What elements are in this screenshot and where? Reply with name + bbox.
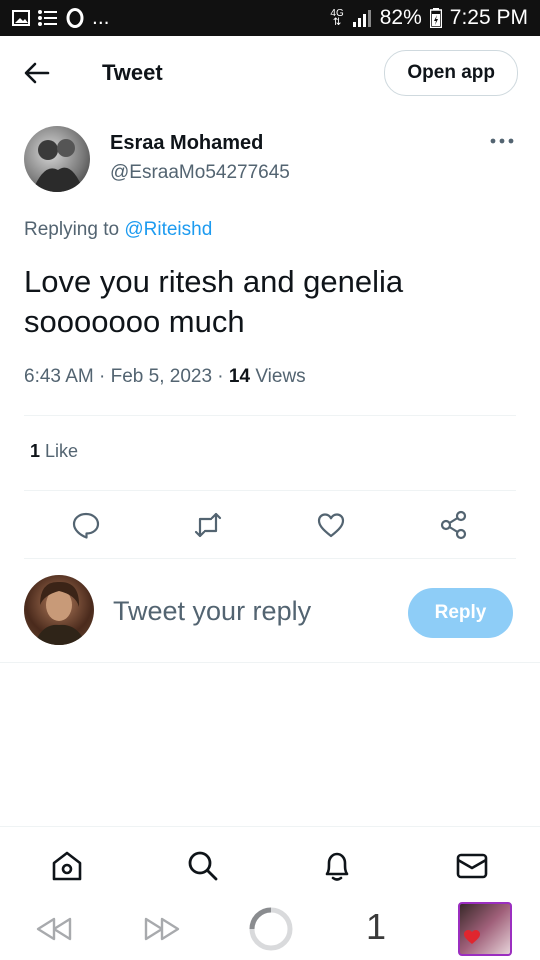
signal-icon: [352, 10, 371, 27]
profile-thumbnail[interactable]: [458, 902, 512, 956]
search-icon[interactable]: [185, 849, 219, 883]
loading-icon[interactable]: [248, 906, 294, 952]
network-indicator: 4G ⇅: [330, 8, 344, 28]
more-icon[interactable]: [490, 136, 514, 146]
page-title: Tweet: [102, 60, 163, 85]
opera-notification-icon: [66, 8, 84, 28]
likes-count: 1: [30, 441, 41, 461]
tweet-author: Esraa Mohamed @EsraaMo54277645: [24, 126, 516, 198]
likes-label: Like: [45, 441, 79, 461]
replying-handle-link[interactable]: @Riteishd: [124, 219, 212, 240]
battery-icon: [429, 8, 442, 28]
bottom-nav: [0, 826, 540, 899]
back-arrow-icon: [24, 62, 50, 84]
tweet-actions: [24, 500, 516, 550]
tab-count[interactable]: 1: [366, 906, 386, 948]
tweet-text: Love you ritesh and genelia sooooooo muc…: [24, 264, 404, 339]
status-bar: ... 4G ⇅ 82% 7:25 PM: [0, 0, 540, 36]
author-handle[interactable]: @EsraaMo54277645: [110, 162, 290, 184]
divider: [24, 490, 516, 491]
tweet-time[interactable]: 6:43 AM: [24, 366, 94, 387]
home-icon[interactable]: [50, 849, 84, 883]
likes-link[interactable]: 1 Like: [30, 441, 78, 462]
divider: [24, 415, 516, 416]
reply-icon[interactable]: [71, 510, 101, 540]
tweet-meta: 6:43 AM · Feb 5, 2023 · 14 Views: [24, 366, 306, 387]
divider: [24, 558, 516, 559]
reply-input[interactable]: Tweet your reply: [113, 596, 311, 627]
back-button[interactable]: [24, 59, 52, 87]
retweet-icon[interactable]: [193, 510, 223, 540]
rewind-icon[interactable]: [34, 915, 74, 943]
gallery-notification-icon: [12, 10, 30, 26]
avatar-photo: [32, 139, 84, 192]
battery-percent: 82%: [379, 6, 422, 29]
tweet-date[interactable]: Feb 5, 2023: [111, 366, 212, 387]
messages-icon[interactable]: [455, 849, 489, 883]
like-icon[interactable]: [316, 510, 346, 540]
notifications-icon[interactable]: [320, 849, 354, 883]
user-avatar[interactable]: [24, 575, 94, 645]
replying-to: Replying to @Riteishd: [24, 219, 212, 241]
author-avatar[interactable]: [24, 126, 90, 192]
reply-composer: Tweet your reply Reply: [0, 560, 540, 663]
author-name[interactable]: Esraa Mohamed: [110, 132, 263, 155]
clock: 7:25 PM: [449, 6, 528, 29]
more-notifications: ...: [92, 6, 110, 29]
browser-toolbar: 1: [0, 898, 540, 960]
replying-prefix: Replying to: [24, 219, 120, 240]
forward-icon[interactable]: [142, 915, 182, 943]
top-header: Tweet Open app: [0, 36, 540, 110]
views-label: Views: [255, 366, 306, 387]
heart-sticker-icon: [464, 930, 480, 944]
reply-button[interactable]: Reply: [408, 588, 513, 638]
share-icon[interactable]: [439, 510, 469, 540]
views-count: 14: [228, 366, 251, 387]
list-notification-icon: [38, 10, 57, 26]
user-avatar-photo: [34, 581, 86, 645]
open-app-button[interactable]: Open app: [384, 50, 518, 96]
